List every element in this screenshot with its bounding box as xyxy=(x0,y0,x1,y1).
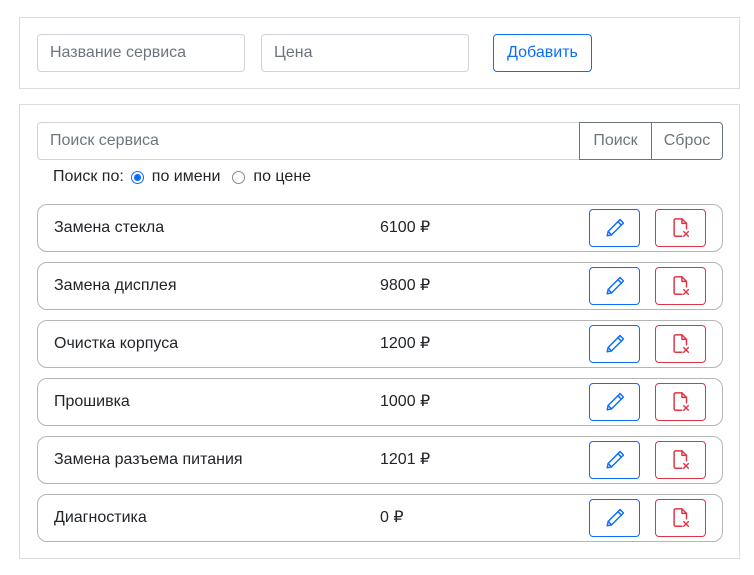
delete-button[interactable] xyxy=(655,383,706,421)
service-name: Прошивка xyxy=(54,393,130,410)
service-name: Замена дисплея xyxy=(54,277,177,294)
radio-by-name-label[interactable]: по имени xyxy=(152,168,221,186)
services-panel: Поиск Сброс Поиск по: по имени по цене З… xyxy=(19,104,740,559)
search-button[interactable]: Поиск xyxy=(579,122,652,160)
radio-by-price[interactable] xyxy=(232,170,246,184)
service-row: Замена стекла 6100 ₽ xyxy=(37,204,723,252)
edit-button[interactable] xyxy=(589,325,640,363)
delete-button[interactable] xyxy=(655,267,706,305)
search-by-label: Поиск по: xyxy=(53,168,124,185)
delete-button[interactable] xyxy=(655,209,706,247)
service-price-input[interactable] xyxy=(261,34,469,72)
search-group: Поиск Сброс xyxy=(37,122,723,160)
service-name: Очистка корпуса xyxy=(54,335,179,352)
service-name: Замена стекла xyxy=(54,219,165,236)
service-price: 1201 ₽ xyxy=(380,451,431,468)
file-x-icon xyxy=(670,333,692,355)
service-name: Диагностика xyxy=(54,509,147,526)
service-name: Замена разъема питания xyxy=(54,451,243,468)
pencil-icon xyxy=(604,449,626,471)
pencil-icon xyxy=(604,391,626,413)
edit-button[interactable] xyxy=(589,267,640,305)
delete-button[interactable] xyxy=(655,499,706,537)
service-row: Очистка корпуса 1200 ₽ xyxy=(37,320,723,368)
pencil-icon xyxy=(604,217,626,239)
file-x-icon xyxy=(670,449,692,471)
file-x-icon xyxy=(670,391,692,413)
search-input[interactable] xyxy=(37,122,580,160)
add-button[interactable]: Добавить xyxy=(493,34,592,72)
service-row: Прошивка 1000 ₽ xyxy=(37,378,723,426)
radio-by-price-label[interactable]: по цене xyxy=(253,168,311,186)
add-service-panel: Добавить xyxy=(19,17,740,89)
service-name-input[interactable] xyxy=(37,34,245,72)
service-price: 9800 ₽ xyxy=(380,277,431,294)
file-x-icon xyxy=(670,275,692,297)
pencil-icon xyxy=(604,275,626,297)
edit-button[interactable] xyxy=(589,383,640,421)
search-by-options: Поиск по: по имени по цене xyxy=(53,166,311,188)
file-x-icon xyxy=(670,217,692,239)
service-list: Замена стекла 6100 ₽ Замена дисплея 9800… xyxy=(37,204,723,552)
service-row: Замена дисплея 9800 ₽ xyxy=(37,262,723,310)
service-price: 6100 ₽ xyxy=(380,219,431,236)
pencil-icon xyxy=(604,333,626,355)
delete-button[interactable] xyxy=(655,325,706,363)
service-price: 0 ₽ xyxy=(380,509,404,526)
delete-button[interactable] xyxy=(655,441,706,479)
file-x-icon xyxy=(670,507,692,529)
service-row: Диагностика 0 ₽ xyxy=(37,494,723,542)
pencil-icon xyxy=(604,507,626,529)
radio-by-name[interactable] xyxy=(130,170,144,184)
service-price: 1000 ₽ xyxy=(380,393,431,410)
reset-button[interactable]: Сброс xyxy=(651,122,723,160)
service-price: 1200 ₽ xyxy=(380,335,431,352)
edit-button[interactable] xyxy=(589,499,640,537)
edit-button[interactable] xyxy=(589,209,640,247)
service-row: Замена разъема питания 1201 ₽ xyxy=(37,436,723,484)
edit-button[interactable] xyxy=(589,441,640,479)
